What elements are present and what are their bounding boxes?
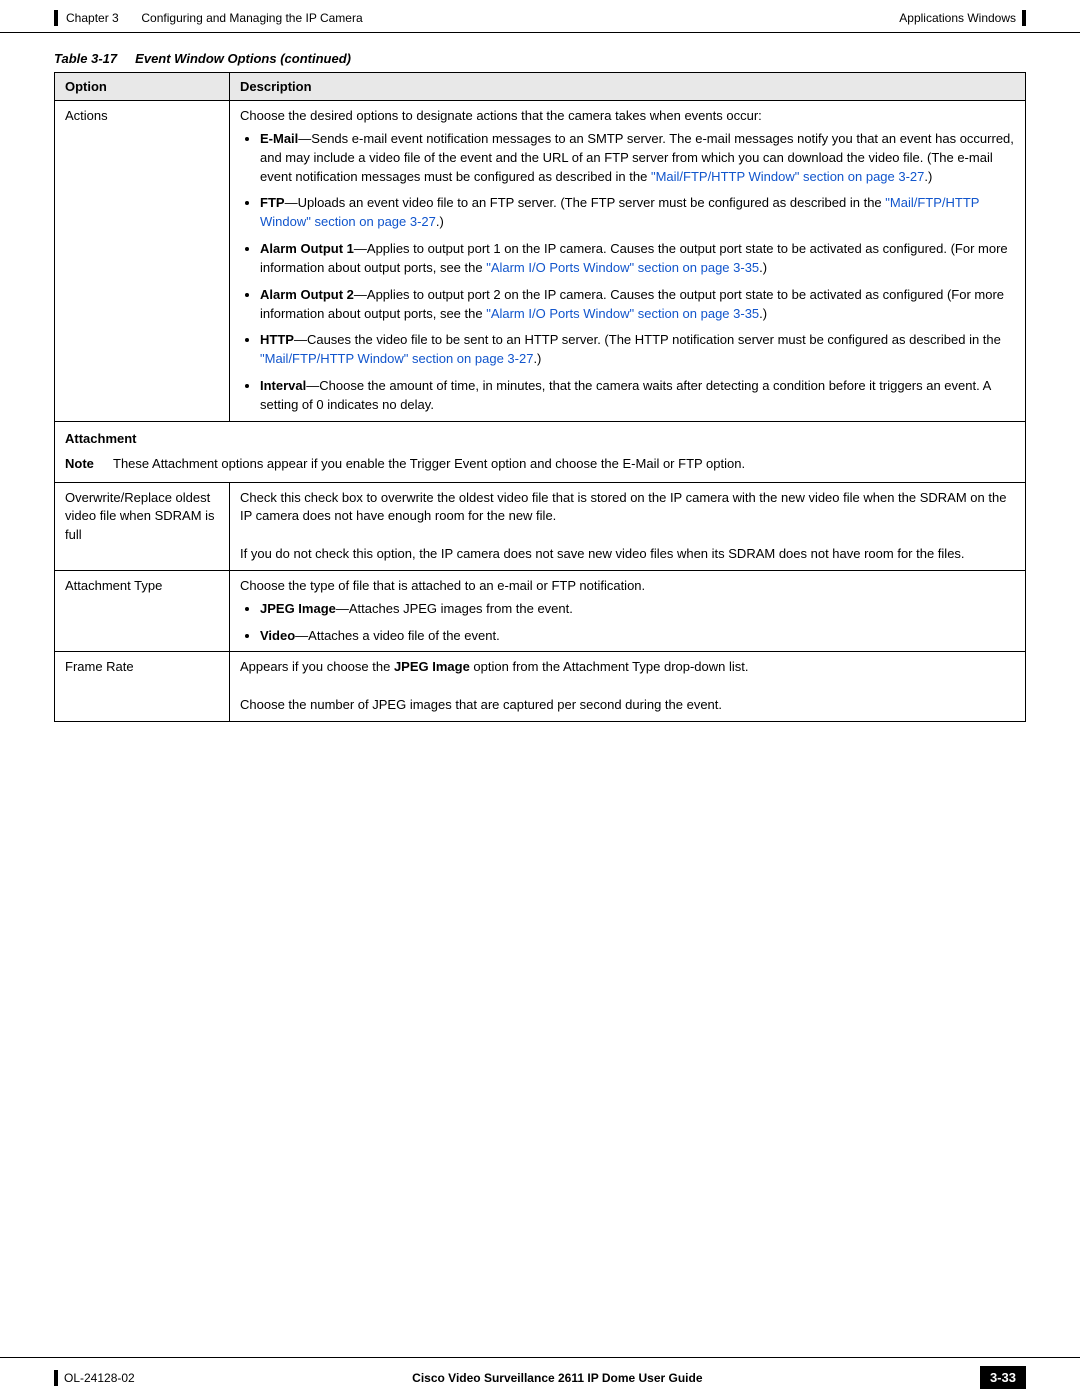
frame-rate-option: Frame Rate [55,652,230,722]
attachment-header-row: Attachment [55,421,1026,452]
header-right: Applications Windows [899,10,1026,26]
page-footer: OL-24128-02 Cisco Video Surveillance 261… [0,1357,1080,1397]
footer-left: OL-24128-02 [54,1370,135,1386]
attachment-type-intro: Choose the type of file that is attached… [240,578,645,593]
video-bold: Video [260,628,295,643]
table-row-overwrite: Overwrite/Replace oldest video file when… [55,482,1026,570]
list-item: E-Mail—Sends e-mail event notification m… [260,130,1015,187]
page-number: 3-33 [980,1366,1026,1389]
list-item: Interval—Choose the amount of time, in m… [260,377,1015,415]
frame-rate-desc1: Appears if you choose the JPEG Image opt… [240,658,1015,677]
overwrite-desc1: Check this check box to overwrite the ol… [240,489,1015,527]
jpeg-image-bold: JPEG Image [394,659,470,674]
alarm2-link[interactable]: "Alarm I/O Ports Window" section on page… [486,306,759,321]
attachment-header-cell: Attachment [55,421,1026,452]
overwrite-desc2: If you do not check this option, the IP … [240,545,1015,564]
note-text: These Attachment options appear if you e… [113,455,745,474]
list-item: Alarm Output 1—Applies to output port 1 … [260,240,1015,278]
header-bar-right [1022,10,1026,26]
list-item: JPEG Image—Attaches JPEG images from the… [260,600,1015,619]
overwrite-description: Check this check box to overwrite the ol… [230,482,1026,570]
chapter-title: Configuring and Managing the IP Camera [141,11,362,25]
attachment-type-description: Choose the type of file that is attached… [230,570,1026,652]
page-content: Table 3-17 Event Window Options (continu… [0,33,1080,782]
http-link[interactable]: "Mail/FTP/HTTP Window" section on page 3… [260,351,533,366]
table-title: Event Window Options (continued) [135,51,351,66]
guide-title: Cisco Video Surveillance 2611 IP Dome Us… [412,1371,702,1385]
frame-rate-description: Appears if you choose the JPEG Image opt… [230,652,1026,722]
header-bar-left [54,10,58,26]
interval-text: —Choose the amount of time, in minutes, … [260,378,991,412]
table-row-actions: Actions Choose the desired options to de… [55,101,1026,422]
email-after: .) [924,169,932,184]
table-row-attachment-type: Attachment Type Choose the type of file … [55,570,1026,652]
alarm2-bold: Alarm Output 2 [260,287,354,302]
list-item: HTTP—Causes the video file to be sent to… [260,331,1015,369]
attachment-type-option: Attachment Type [55,570,230,652]
alarm1-link[interactable]: "Alarm I/O Ports Window" section on page… [486,260,759,275]
chapter-label: Chapter 3 [66,11,119,25]
alarm2-after: .) [759,306,767,321]
footer-center: Cisco Video Surveillance 2611 IP Dome Us… [412,1371,702,1385]
list-item: FTP—Uploads an event video file to an FT… [260,194,1015,232]
ftp-bold: FTP [260,195,285,210]
header-left: Chapter 3 Configuring and Managing the I… [54,10,363,26]
overwrite-option: Overwrite/Replace oldest video file when… [55,482,230,570]
note-inner: Note These Attachment options appear if … [65,455,1015,474]
footer-bar [54,1370,58,1386]
header-separator [127,11,134,25]
col-option-header: Option [55,73,230,101]
jpeg-bold: JPEG Image [260,601,336,616]
frame-rate-text: Frame Rate [65,659,134,674]
http-bold: HTTP [260,332,294,347]
doc-number: OL-24128-02 [64,1371,135,1385]
http-after: .) [533,351,541,366]
video-text: —Attaches a video file of the event. [295,628,500,643]
col-description-header: Description [230,73,1026,101]
alarm1-bold: Alarm Output 1 [260,241,354,256]
attachment-header-text: Attachment [65,431,137,446]
jpeg-text: —Attaches JPEG images from the event. [336,601,573,616]
table-label: Table 3-17 [54,51,117,66]
attachment-type-list: JPEG Image—Attaches JPEG images from the… [260,600,1015,646]
email-link[interactable]: "Mail/FTP/HTTP Window" section on page 3… [651,169,924,184]
actions-option: Actions [55,101,230,422]
list-item: Alarm Output 2—Applies to output port 2 … [260,286,1015,324]
list-item: Video—Attaches a video file of the event… [260,627,1015,646]
actions-description: Choose the desired options to designate … [230,101,1026,422]
overwrite-option-text: Overwrite/Replace oldest video file when… [65,490,215,543]
email-bold: E-Mail [260,131,298,146]
actions-intro: Choose the desired options to designate … [240,108,762,123]
attachment-type-text: Attachment Type [65,578,162,593]
actions-list: E-Mail—Sends e-mail event notification m… [260,130,1015,415]
note-row: Note These Attachment options appear if … [55,453,1026,482]
section-title: Applications Windows [899,11,1016,25]
ftp-after: .) [436,214,444,229]
interval-bold: Interval [260,378,306,393]
http-text: —Causes the video file to be sent to an … [294,332,1001,347]
frame-rate-desc2: Choose the number of JPEG images that ar… [240,696,1015,715]
table-caption: Table 3-17 Event Window Options (continu… [54,51,1026,66]
alarm1-after: .) [759,260,767,275]
page-header: Chapter 3 Configuring and Managing the I… [0,0,1080,33]
table-header-row: Option Description [55,73,1026,101]
ftp-text: —Uploads an event video file to an FTP s… [285,195,886,210]
table-row-frame-rate: Frame Rate Appears if you choose the JPE… [55,652,1026,722]
note-cell: Note These Attachment options appear if … [55,453,1026,482]
note-label: Note [65,455,101,474]
main-table: Option Description Actions Choose the de… [54,72,1026,722]
